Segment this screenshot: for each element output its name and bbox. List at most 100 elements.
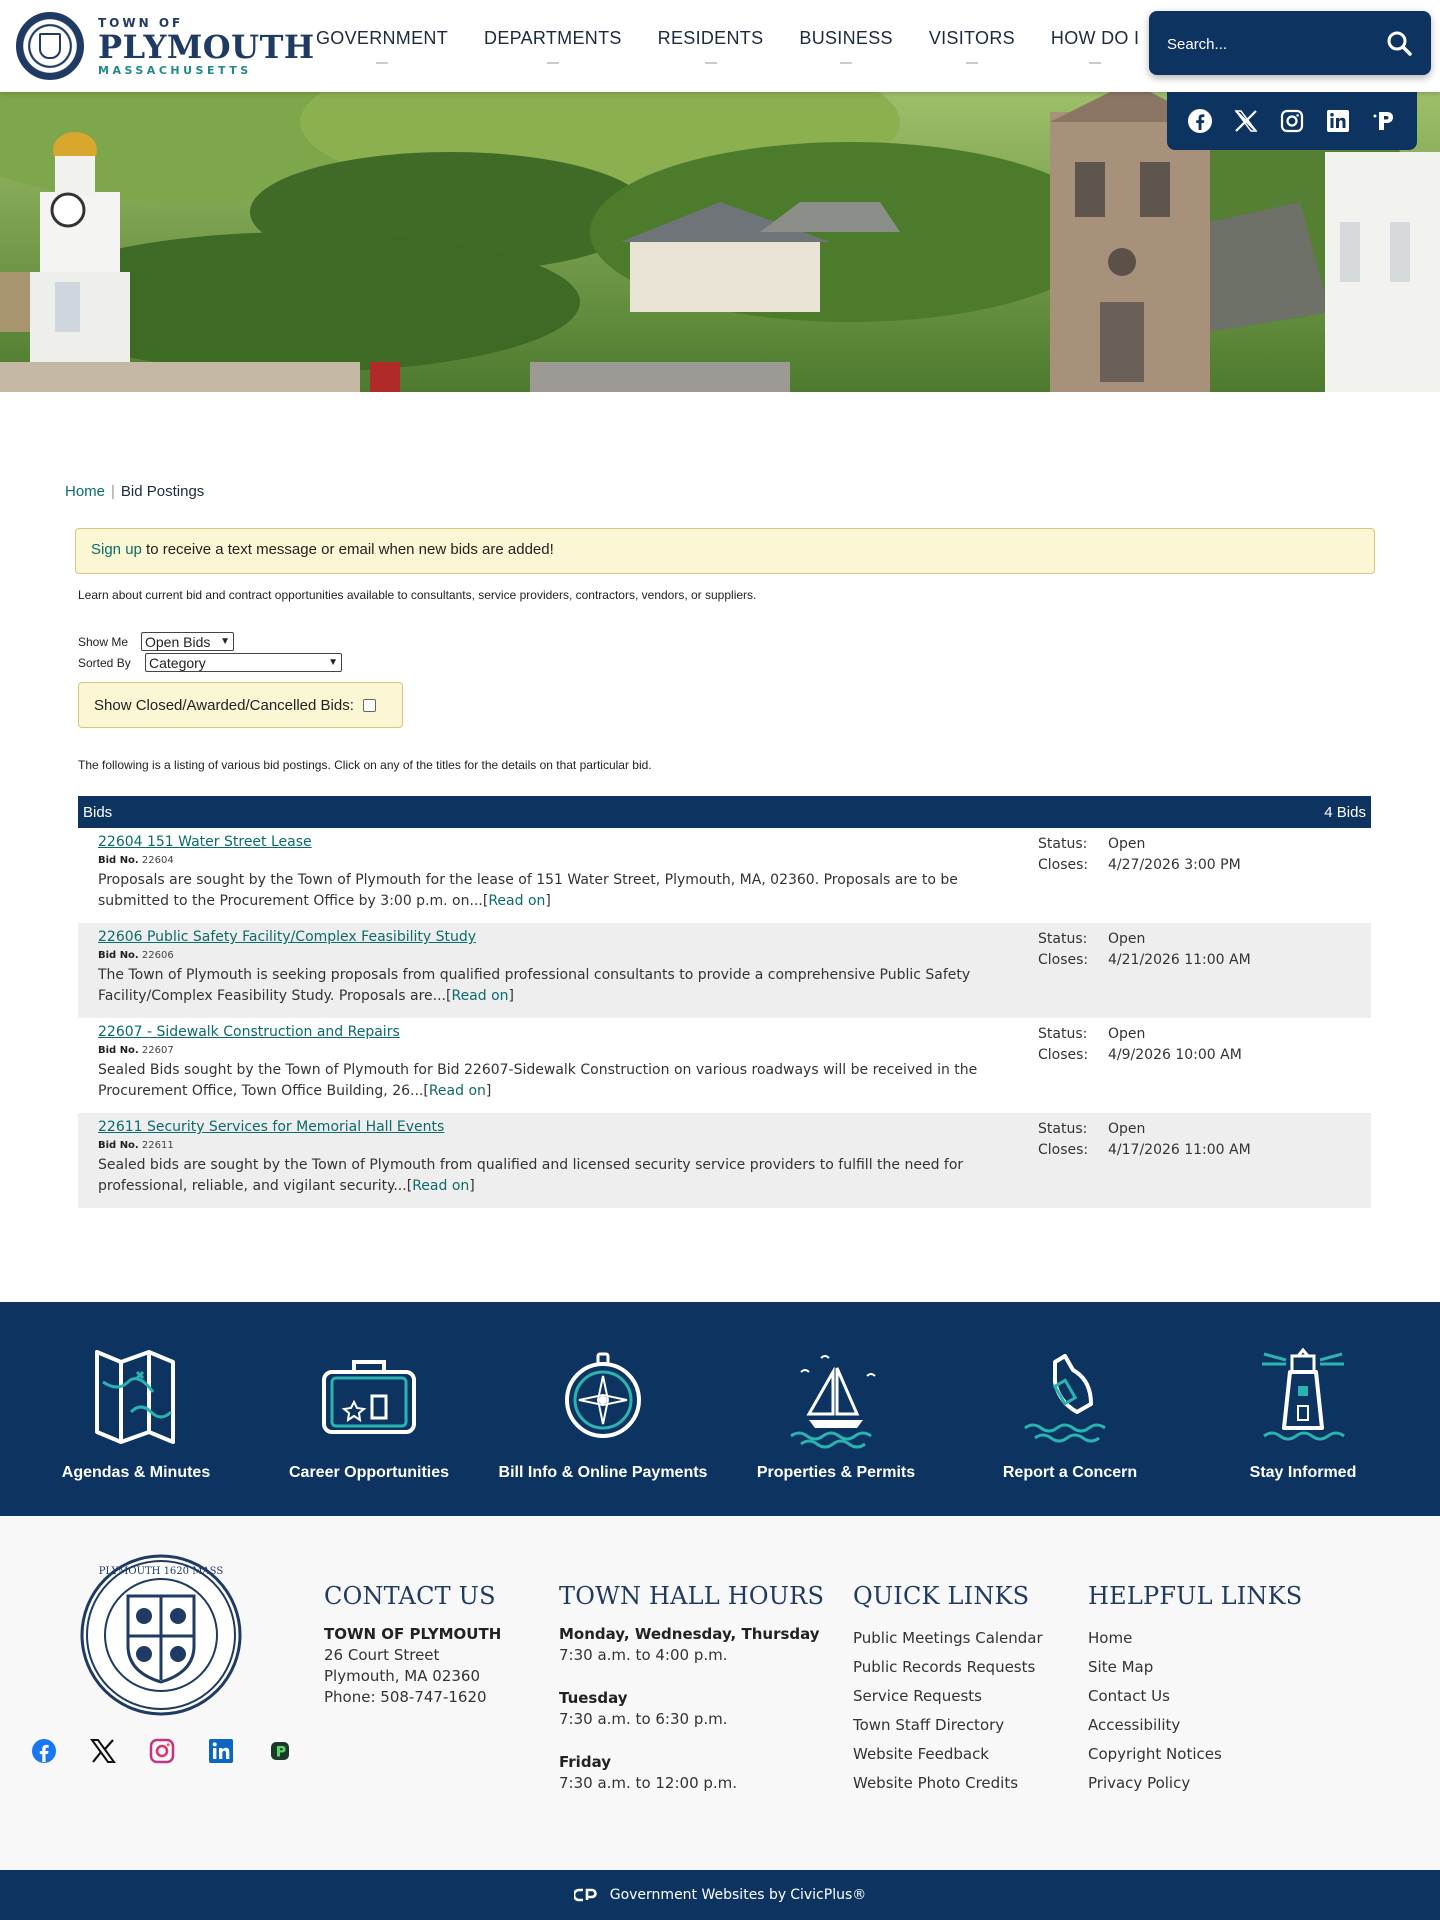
nav-government[interactable]: GOVERNMENT xyxy=(316,28,448,64)
read-on-link[interactable]: Read on xyxy=(412,1178,469,1194)
bid-row: 22606 Public Safety Facility/Complex Fea… xyxy=(78,923,1371,1018)
footer-link[interactable]: Accessibility xyxy=(1088,1711,1302,1740)
closes-label: Closes: xyxy=(1038,1142,1089,1158)
nav-departments[interactable]: DEPARTMENTS xyxy=(484,28,622,64)
signup-notice: Sign up to receive a text message or ema… xyxy=(75,528,1375,574)
bid-row: 22611 Security Services for Memorial Hal… xyxy=(78,1113,1371,1208)
chevron-down-icon: ▼ xyxy=(328,657,338,668)
footer-link[interactable]: Service Requests xyxy=(853,1682,1043,1711)
read-on-link[interactable]: Read on xyxy=(451,988,508,1004)
bid-number: 22606 xyxy=(141,950,174,961)
signup-link[interactable]: Sign up xyxy=(91,541,142,558)
facebook-icon[interactable] xyxy=(30,1737,58,1765)
quick-link-stay-informed[interactable]: Stay Informed xyxy=(1186,1342,1420,1482)
suitcase-icon xyxy=(322,1360,416,1434)
instagram-icon[interactable] xyxy=(148,1737,176,1765)
footer-helpful-links: HELPFUL LINKS Home Site Map Contact Us A… xyxy=(1088,1582,1302,1798)
status-label: Status: xyxy=(1038,931,1088,947)
compass-icon xyxy=(565,1352,641,1438)
quick-link-label: Bill Info & Online Payments xyxy=(498,1464,708,1481)
parking-app-icon[interactable] xyxy=(1370,107,1398,135)
bid-closes: 4/9/2026 10:00 AM xyxy=(1108,1047,1242,1063)
bid-description: Sealed bids are sought by the Town of Pl… xyxy=(98,1157,964,1194)
quick-link-label: Agendas & Minutes xyxy=(61,1464,211,1481)
quick-link-label: Properties & Permits xyxy=(756,1464,916,1481)
footer-link[interactable]: Privacy Policy xyxy=(1088,1769,1302,1798)
footer-link[interactable]: Contact Us xyxy=(1088,1682,1302,1711)
status-label: Status: xyxy=(1038,1026,1088,1042)
breadcrumb: Home | Bid Postings xyxy=(65,483,204,500)
footer-contact-heading: CONTACT US xyxy=(324,1582,496,1610)
intro-text: Learn about current bid and contract opp… xyxy=(78,588,757,602)
hours-time: 7:30 a.m. to 6:30 p.m. xyxy=(559,1710,728,1728)
quick-link-agendas[interactable]: Agendas & Minutes xyxy=(19,1342,253,1482)
lighthouse-icon xyxy=(1262,1347,1345,1441)
sorted-by-select[interactable]: Category ▼ xyxy=(145,653,342,672)
facebook-icon[interactable] xyxy=(1186,107,1214,135)
bid-status: Open xyxy=(1108,836,1146,852)
bid-no-label: Bid No. xyxy=(98,1140,139,1151)
site-logo[interactable]: TOWN OF PLYMOUTH MASSACHUSETTS xyxy=(16,12,315,80)
quick-link-permits[interactable]: Properties & Permits xyxy=(719,1342,953,1482)
footer-address2: Plymouth, MA 02360 xyxy=(324,1667,480,1685)
footer-link[interactable]: Public Records Requests xyxy=(853,1653,1043,1682)
footer-link[interactable]: Public Meetings Calendar xyxy=(853,1624,1043,1653)
bids-header-title: Bids xyxy=(83,803,113,821)
message-bottle-icon xyxy=(1024,1354,1106,1443)
footer-link[interactable]: Copyright Notices xyxy=(1088,1740,1302,1769)
quick-link-bill-pay[interactable]: Bill Info & Online Payments xyxy=(486,1342,720,1482)
footer-contact: CONTACT US TOWN OF PLYMOUTH 26 Court Str… xyxy=(324,1582,501,1708)
show-closed-checkbox[interactable] xyxy=(362,698,376,712)
nav-visitors[interactable]: VISITORS xyxy=(929,28,1015,64)
footer-link[interactable]: Site Map xyxy=(1088,1653,1302,1682)
bottom-bar: Government Websites by CivicPlus® xyxy=(0,1870,1440,1920)
footer-link[interactable]: Website Feedback xyxy=(853,1740,1043,1769)
status-label: Status: xyxy=(1038,836,1088,852)
nav-residents[interactable]: RESIDENTS xyxy=(658,28,764,64)
sorted-by-value: Category xyxy=(149,654,206,671)
footer-org: TOWN OF PLYMOUTH xyxy=(324,1625,502,1643)
x-icon[interactable] xyxy=(1232,107,1260,135)
footer-quick-links: QUICK LINKS Public Meetings Calendar Pub… xyxy=(853,1582,1043,1798)
bid-number: 22604 xyxy=(141,855,174,866)
hours-time: 7:30 a.m. to 12:00 p.m. xyxy=(559,1774,738,1792)
closes-label: Closes: xyxy=(1038,857,1089,873)
civicplus-link[interactable]: CivicPlus® xyxy=(790,1887,866,1903)
bid-no-label: Bid No. xyxy=(98,855,139,866)
town-seal-logo: PLYMOUTH 1620 MASS xyxy=(80,1554,242,1716)
site-header: TOWN OF PLYMOUTH MASSACHUSETTS GOVERNMEN… xyxy=(0,0,1440,92)
footer-link[interactable]: Website Photo Credits xyxy=(853,1769,1043,1798)
linkedin-icon[interactable] xyxy=(1324,107,1352,135)
bid-row: 22607 - Sidewalk Construction and Repair… xyxy=(78,1018,1371,1113)
closes-label: Closes: xyxy=(1038,1047,1089,1063)
breadcrumb-current: Bid Postings xyxy=(120,483,205,500)
hours-day: Tuesday xyxy=(559,1689,628,1707)
header-social-bar xyxy=(1167,92,1417,150)
quick-link-careers[interactable]: Career Opportunities xyxy=(252,1342,486,1482)
footer-link[interactable]: Town Staff Directory xyxy=(853,1711,1043,1740)
footer-quick-heading: QUICK LINKS xyxy=(853,1582,1030,1610)
parking-app-icon[interactable] xyxy=(266,1737,294,1765)
search-icon[interactable] xyxy=(1385,29,1413,57)
town-seal-icon xyxy=(16,12,84,80)
bid-closes: 4/21/2026 11:00 AM xyxy=(1108,952,1251,968)
read-on-link[interactable]: Read on xyxy=(488,893,545,909)
site-footer: PLYMOUTH 1620 MASS CONTACT US TOWN OF PL… xyxy=(0,1516,1440,1870)
nav-how-do-i[interactable]: HOW DO I xyxy=(1051,28,1139,64)
show-me-select[interactable]: Open Bids ▼ xyxy=(141,632,234,651)
breadcrumb-home[interactable]: Home xyxy=(65,483,105,500)
nav-business[interactable]: BUSINESS xyxy=(799,28,893,64)
bid-row: 22604 151 Water Street Lease Bid No. 226… xyxy=(78,828,1371,923)
bottom-text: Government Websites by xyxy=(609,1887,787,1903)
footer-helpful-heading: HELPFUL LINKS xyxy=(1088,1582,1303,1610)
instagram-icon[interactable] xyxy=(1278,107,1306,135)
quick-link-report-concern[interactable]: Report a Concern xyxy=(953,1342,1187,1482)
search-input[interactable] xyxy=(1167,31,1377,57)
listing-note: The following is a listing of various bi… xyxy=(78,758,652,772)
read-on-link[interactable]: Read on xyxy=(429,1083,486,1099)
footer-link[interactable]: Home xyxy=(1088,1624,1302,1653)
bid-status: Open xyxy=(1108,1121,1146,1137)
x-icon[interactable] xyxy=(89,1737,117,1765)
show-closed-toggle: Show Closed/Awarded/Cancelled Bids: xyxy=(78,682,403,728)
linkedin-icon[interactable] xyxy=(207,1737,235,1765)
